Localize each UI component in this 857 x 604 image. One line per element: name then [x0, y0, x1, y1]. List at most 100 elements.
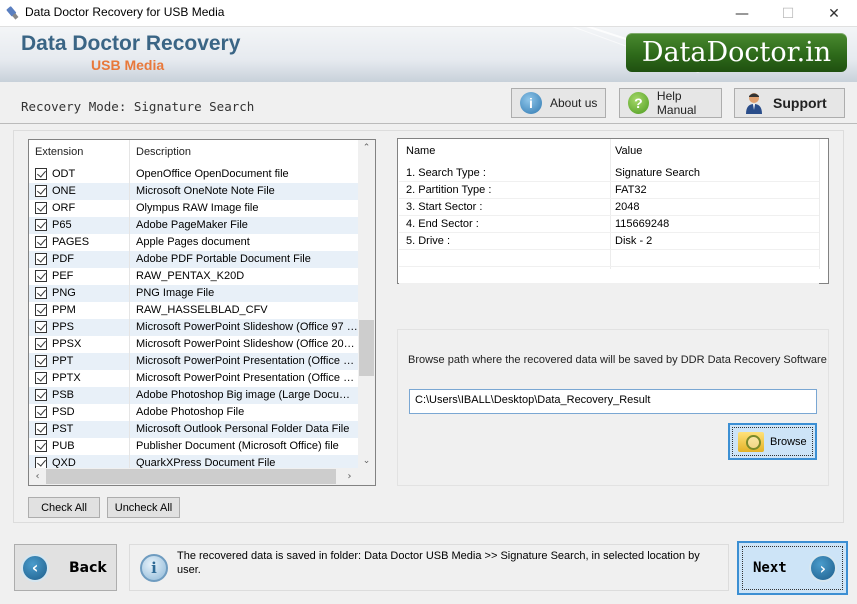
- scroll-left-icon[interactable]: ‹: [29, 468, 46, 485]
- back-button[interactable]: ‹ Back: [14, 544, 117, 591]
- info-row-empty: [399, 267, 819, 284]
- description-cell: Adobe Photoshop Big image (Large Documen…: [136, 389, 358, 401]
- header-banner: Data Doctor Recovery USB Media DataDocto…: [0, 27, 857, 82]
- horizontal-scrollbar[interactable]: ‹ ›: [29, 468, 375, 485]
- checkbox[interactable]: [35, 406, 47, 418]
- description-cell: Apple Pages document: [136, 236, 250, 248]
- help-manual-button[interactable]: ? Help Manual: [619, 88, 722, 118]
- next-button[interactable]: Next ›: [737, 541, 848, 595]
- file-type-row[interactable]: PPS Microsoft PowerPoint Slideshow (Offi…: [29, 319, 359, 336]
- file-type-row[interactable]: PEF RAW_PENTAX_K20D: [29, 268, 359, 285]
- help-manual-label: Help Manual: [656, 89, 697, 117]
- support-button[interactable]: Support: [734, 88, 845, 118]
- info-row: 1. Search Type : Signature Search: [399, 165, 819, 182]
- support-person-icon: [743, 92, 765, 114]
- support-label: Support: [773, 95, 827, 111]
- file-type-row[interactable]: PST Microsoft Outlook Personal Folder Da…: [29, 421, 359, 438]
- info-row-empty: [399, 250, 819, 267]
- checkbox[interactable]: [35, 355, 47, 367]
- scroll-right-icon[interactable]: ›: [341, 468, 358, 485]
- column-header-extension[interactable]: Extension: [35, 146, 83, 158]
- extension-cell: PSB: [52, 389, 75, 401]
- description-cell: OpenOffice OpenDocument file: [136, 168, 289, 180]
- description-cell: Microsoft Outlook Personal Folder Data F…: [136, 423, 350, 435]
- info-row: 4. End Sector : 115669248: [399, 216, 819, 233]
- file-type-row[interactable]: PSB Adobe Photoshop Big image (Large Doc…: [29, 387, 359, 404]
- checkbox[interactable]: [35, 202, 47, 214]
- info-name: 4. End Sector :: [406, 218, 479, 230]
- minimize-button[interactable]: —: [719, 0, 765, 27]
- info-value: FAT32: [615, 184, 647, 196]
- file-type-row[interactable]: ONE Microsoft OneNote Note File: [29, 183, 359, 200]
- description-cell: Microsoft PowerPoint Presentation (Offic…: [136, 355, 358, 367]
- scroll-up-icon[interactable]: ⌃: [358, 140, 375, 157]
- checkbox[interactable]: [35, 287, 47, 299]
- description-cell: RAW_HASSELBLAD_CFV: [136, 304, 268, 316]
- datadoctor-logo[interactable]: DataDoctor.in: [626, 33, 847, 72]
- list-header: Extension Description: [29, 140, 359, 166]
- extension-cell: PUB: [52, 440, 75, 452]
- checkbox[interactable]: [35, 423, 47, 435]
- title-bar: Data Doctor Recovery for USB Media — ☐ ✕: [0, 0, 857, 27]
- checkbox[interactable]: [35, 321, 47, 333]
- description-cell: RAW_PENTAX_K20D: [136, 270, 245, 282]
- file-type-row[interactable]: PNG PNG Image File: [29, 285, 359, 302]
- column-header-description[interactable]: Description: [136, 146, 191, 158]
- checkbox[interactable]: [35, 304, 47, 316]
- checkbox[interactable]: [35, 185, 47, 197]
- info-icon: i: [140, 554, 168, 582]
- vertical-scrollbar[interactable]: ⌃ ⌄: [358, 140, 375, 470]
- checkbox[interactable]: [35, 440, 47, 452]
- uncheck-all-button[interactable]: Uncheck All: [107, 497, 180, 518]
- extension-cell: PPS: [52, 321, 75, 333]
- column-header-name: Name: [406, 145, 436, 157]
- info-row: 2. Partition Type : FAT32: [399, 182, 819, 199]
- column-header-value: Value: [615, 145, 643, 157]
- checkbox[interactable]: [35, 270, 47, 282]
- file-type-row[interactable]: PAGES Apple Pages document: [29, 234, 359, 251]
- checkbox[interactable]: [35, 338, 47, 350]
- description-cell: Microsoft PowerPoint Presentation (Offic…: [136, 372, 358, 384]
- file-type-list: Extension Description ODT OpenOffice Ope…: [28, 139, 376, 486]
- question-icon: ?: [628, 92, 649, 114]
- checkbox[interactable]: [35, 372, 47, 384]
- close-icon: ✕: [828, 5, 840, 22]
- hscroll-thumb[interactable]: [46, 469, 336, 484]
- extension-cell: PAGES: [52, 236, 90, 248]
- scroll-thumb[interactable]: [359, 320, 374, 376]
- description-cell: Adobe Photoshop File: [136, 406, 245, 418]
- file-type-row[interactable]: PSD Adobe Photoshop File: [29, 404, 359, 421]
- about-us-label: About us: [550, 96, 598, 110]
- file-type-row[interactable]: PPM RAW_HASSELBLAD_CFV: [29, 302, 359, 319]
- description-cell: PNG Image File: [136, 287, 215, 299]
- file-type-row[interactable]: PPTX Microsoft PowerPoint Presentation (…: [29, 370, 359, 387]
- file-type-row[interactable]: PDF Adobe PDF Portable Document File: [29, 251, 359, 268]
- file-type-row[interactable]: PPT Microsoft PowerPoint Presentation (O…: [29, 353, 359, 370]
- file-type-row[interactable]: P65 Adobe PageMaker File: [29, 217, 359, 234]
- checkbox[interactable]: [35, 389, 47, 401]
- product-subtitle: USB Media: [91, 57, 165, 73]
- file-type-row[interactable]: PPSX Microsoft PowerPoint Slideshow (Off…: [29, 336, 359, 353]
- check-all-button[interactable]: Check All: [28, 497, 100, 518]
- product-title: Data Doctor Recovery: [21, 32, 241, 55]
- status-message: The recovered data is saved in folder: D…: [177, 550, 700, 576]
- info-value: Signature Search: [615, 167, 700, 179]
- mode-bar: Recovery Mode: Signature Search i About …: [0, 82, 857, 124]
- info-icon: i: [520, 92, 542, 114]
- checkbox[interactable]: [35, 253, 47, 265]
- browse-button[interactable]: Browse: [728, 423, 817, 460]
- checkbox[interactable]: [35, 168, 47, 180]
- description-cell: Microsoft OneNote Note File: [136, 185, 275, 197]
- file-type-row[interactable]: PUB Publisher Document (Microsoft Office…: [29, 438, 359, 455]
- file-type-row[interactable]: ORF Olympus RAW Image file: [29, 200, 359, 217]
- close-button[interactable]: ✕: [811, 0, 857, 27]
- checkbox[interactable]: [35, 236, 47, 248]
- file-type-row[interactable]: ODT OpenOffice OpenDocument file: [29, 166, 359, 183]
- extension-cell: PPSX: [52, 338, 82, 350]
- checkbox[interactable]: [35, 219, 47, 231]
- about-us-button[interactable]: i About us: [511, 88, 606, 118]
- info-value: 2048: [615, 201, 640, 213]
- info-value: 115669248: [615, 218, 670, 230]
- maximize-button[interactable]: ☐: [765, 0, 811, 27]
- output-path-input[interactable]: C:\Users\IBALL\Desktop\Data_Recovery_Res…: [409, 389, 817, 414]
